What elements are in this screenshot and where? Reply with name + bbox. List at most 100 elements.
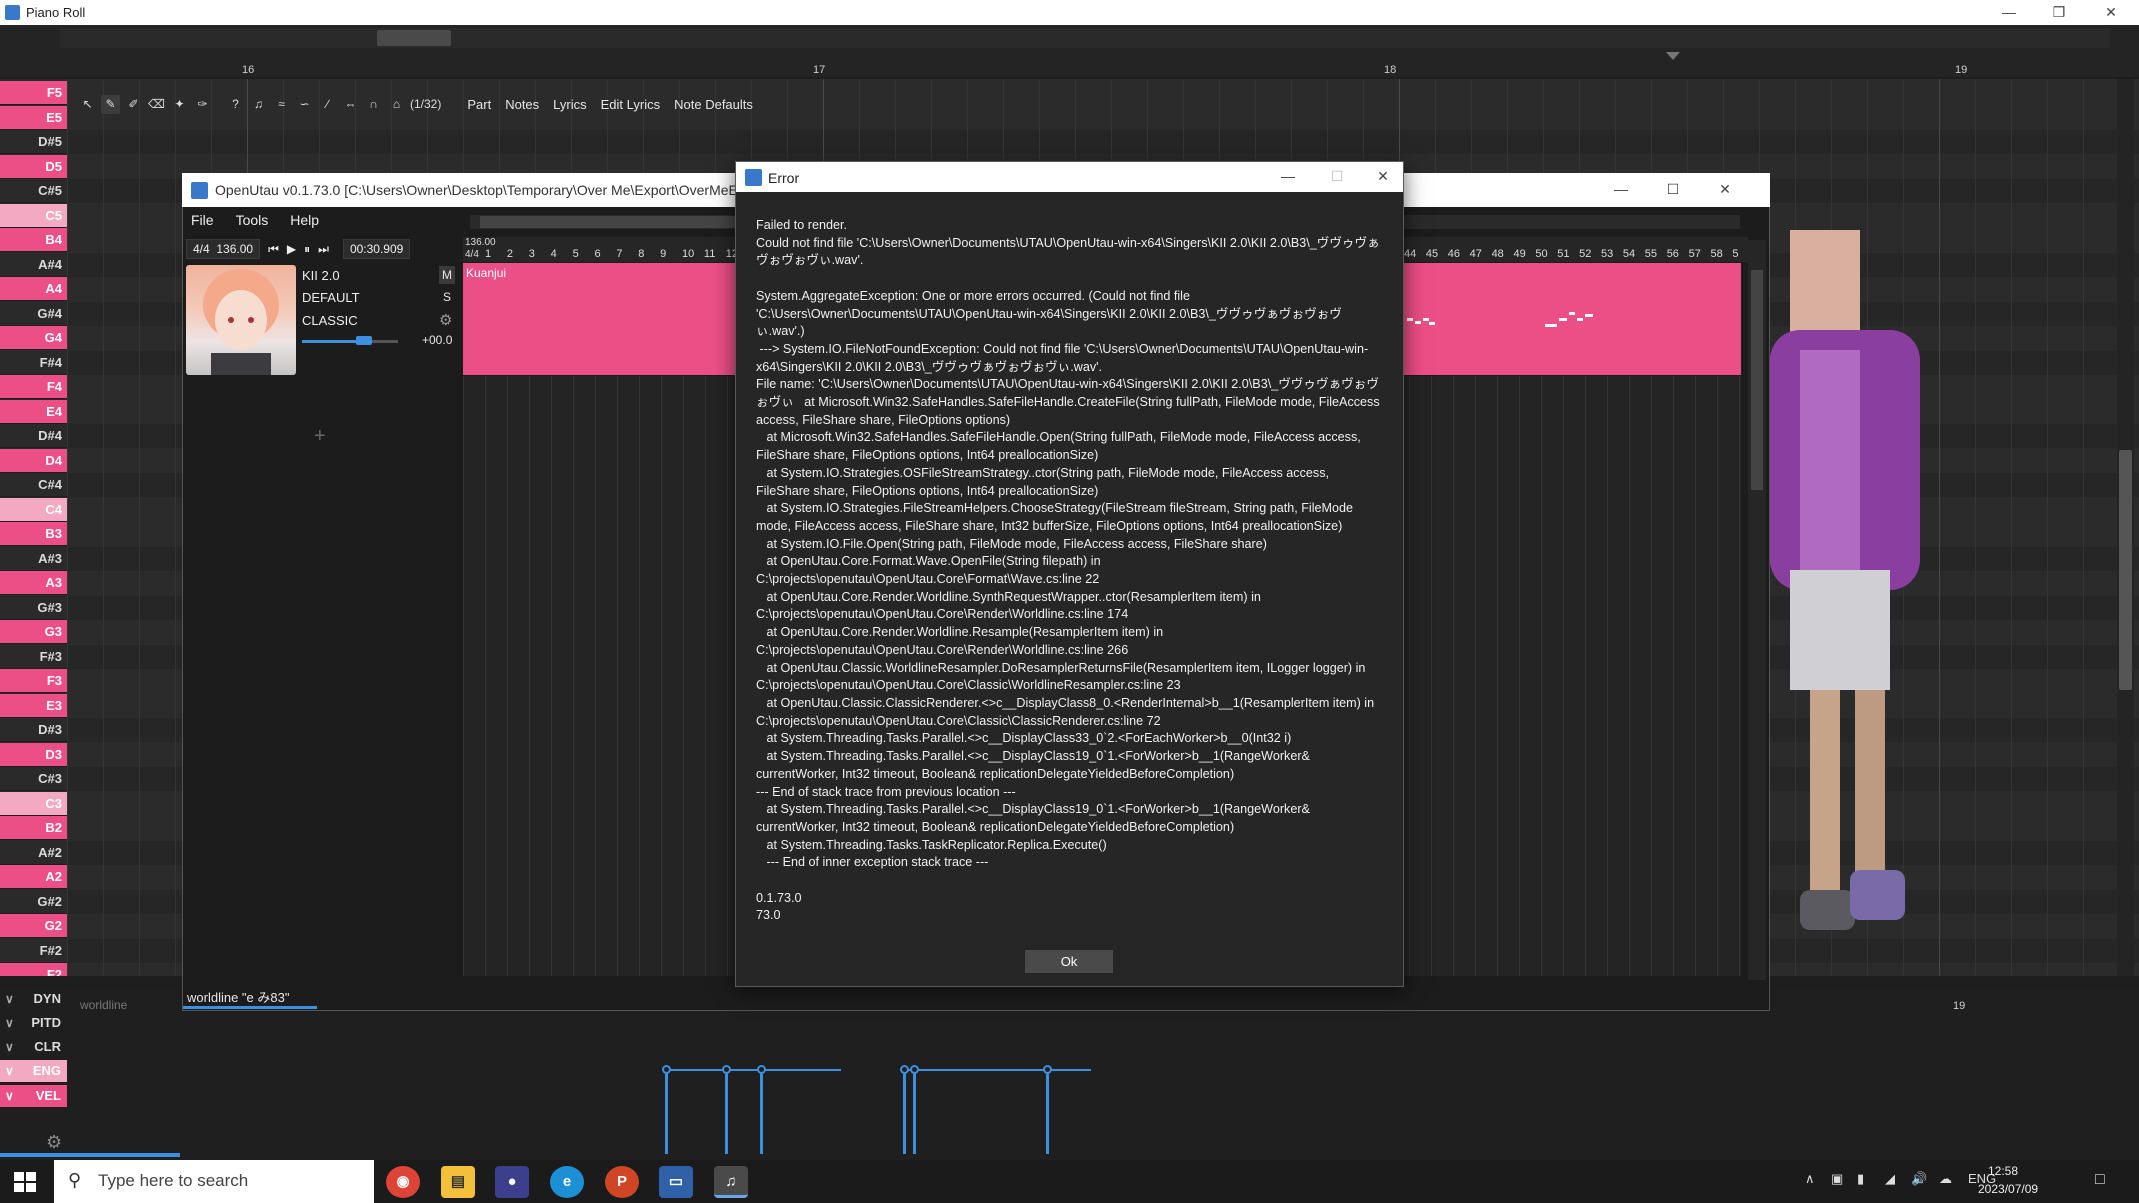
piano-key[interactable]: F5 bbox=[0, 81, 67, 105]
piano-key[interactable]: A#2 bbox=[0, 840, 67, 865]
piano-key[interactable]: A#3 bbox=[0, 546, 67, 571]
file-explorer-icon[interactable]: ▤ bbox=[441, 1166, 475, 1198]
menu-lyrics[interactable]: Lyrics bbox=[553, 97, 586, 112]
piano-key[interactable]: C#4 bbox=[0, 473, 67, 497]
expr-eng-button[interactable]: ∨ ENG bbox=[0, 1060, 67, 1082]
close-button[interactable]: ✕ bbox=[1360, 164, 1406, 189]
pen-plus-tool-icon[interactable]: ✐ bbox=[124, 95, 143, 114]
piano-key[interactable]: E3 bbox=[0, 693, 67, 718]
curve-tool-icon[interactable]: ∩ bbox=[364, 95, 383, 114]
eraser-tool-icon[interactable]: ⌫ bbox=[147, 95, 166, 114]
horizontal-scrollbar[interactable] bbox=[60, 28, 2110, 48]
expr-pitd-button[interactable]: ∨ PITD bbox=[0, 1012, 67, 1034]
track-vscroll[interactable] bbox=[1748, 240, 1766, 980]
track-renderer[interactable]: CLASSIC bbox=[302, 313, 358, 328]
velocity-stem[interactable] bbox=[725, 1069, 728, 1154]
snap-division[interactable]: (1/32) bbox=[410, 95, 441, 114]
piano-key[interactable]: F2 bbox=[0, 963, 67, 976]
menu-note-defaults[interactable]: Note Defaults bbox=[674, 97, 753, 112]
close-button[interactable]: ✕ bbox=[2088, 0, 2134, 25]
piano-key[interactable]: G#2 bbox=[0, 889, 67, 914]
piano-key[interactable]: A3 bbox=[0, 571, 67, 595]
piano-key[interactable]: D5 bbox=[0, 154, 67, 179]
velocity-point[interactable] bbox=[757, 1065, 766, 1074]
menu-notes[interactable]: Notes bbox=[505, 97, 539, 112]
velocity-stem[interactable] bbox=[1046, 1069, 1049, 1154]
piano-key[interactable]: D#3 bbox=[0, 718, 67, 742]
piano-key[interactable]: D#5 bbox=[0, 130, 67, 154]
help-icon[interactable]: ? bbox=[226, 95, 245, 114]
edge-icon[interactable]: e bbox=[550, 1166, 584, 1198]
piano-key[interactable]: D4 bbox=[0, 448, 67, 473]
powerpoint-icon[interactable]: P bbox=[605, 1166, 639, 1198]
skip-forward-icon[interactable]: ⏭ bbox=[318, 242, 329, 257]
select-tool-icon[interactable]: ↖ bbox=[78, 95, 97, 114]
horizontal-scroll-thumb[interactable] bbox=[377, 30, 451, 46]
singer-avatar[interactable] bbox=[186, 265, 296, 375]
playhead-marker-icon[interactable] bbox=[1666, 52, 1680, 60]
velocity-point[interactable] bbox=[910, 1065, 919, 1074]
piano-keys[interactable]: F5 E5 D#5 D5 C#5 C5 B4 A#4 A4 G#4 G4 F#4 F4 E4 D#4 D4 C#… bbox=[0, 79, 67, 976]
taskbar-search-box[interactable]: ⚲ Type here to search bbox=[54, 1160, 374, 1203]
expr-dyn-button[interactable]: ∨ DYN bbox=[0, 988, 67, 1010]
battery-icon[interactable]: ▮ bbox=[1857, 1171, 1864, 1187]
menu-file[interactable]: File bbox=[191, 212, 214, 228]
piano-key[interactable]: G3 bbox=[0, 620, 67, 644]
velocity-point[interactable] bbox=[900, 1065, 909, 1074]
windows-start-icon[interactable] bbox=[10, 1167, 40, 1197]
velocity-stem[interactable] bbox=[903, 1069, 906, 1154]
velocity-stem[interactable] bbox=[665, 1069, 668, 1154]
ok-button[interactable]: Ok bbox=[1025, 950, 1113, 973]
minimize-button[interactable]: — bbox=[1598, 177, 1644, 202]
piano-key[interactable]: B3 bbox=[0, 522, 67, 546]
network-icon[interactable]: ◢ bbox=[1885, 1171, 1895, 1187]
menu-edit-lyrics[interactable]: Edit Lyrics bbox=[601, 97, 660, 112]
restore-button[interactable]: ❐ bbox=[2036, 0, 2082, 25]
piano-key[interactable]: C#3 bbox=[0, 767, 67, 791]
velocity-stem[interactable] bbox=[760, 1069, 763, 1154]
note-icon[interactable]: ♫ bbox=[249, 95, 268, 114]
piano-key[interactable]: C3 bbox=[0, 791, 67, 816]
velocity-stem[interactable] bbox=[913, 1069, 916, 1154]
velocity-curve[interactable] bbox=[666, 1069, 841, 1071]
velocity-point[interactable] bbox=[722, 1065, 731, 1074]
minimize-button[interactable]: — bbox=[1265, 164, 1311, 189]
pen-tool-icon[interactable]: ✎ bbox=[101, 94, 120, 114]
piano-key[interactable]: C4 bbox=[0, 497, 67, 522]
piano-key[interactable]: D3 bbox=[0, 742, 67, 767]
play-icon[interactable]: ▶ bbox=[287, 242, 296, 256]
piano-key[interactable]: D#4 bbox=[0, 424, 67, 448]
meet-now-icon[interactable]: ▣ bbox=[1831, 1171, 1843, 1187]
piano-key[interactable]: F#4 bbox=[0, 350, 67, 375]
vibrato-icon[interactable]: ≈ bbox=[272, 95, 291, 114]
settings-gear-icon[interactable]: ⚙ bbox=[46, 1132, 62, 1153]
expr-clr-button[interactable]: ∨ CLR bbox=[0, 1036, 67, 1058]
app-icon[interactable]: ● bbox=[495, 1166, 529, 1198]
piano-key[interactable]: G4 bbox=[0, 326, 67, 350]
expr-scrollbar[interactable] bbox=[0, 1153, 180, 1157]
piano-key[interactable]: F3 bbox=[0, 669, 67, 693]
velocity-curve[interactable] bbox=[903, 1069, 1091, 1071]
track-settings-gear-icon[interactable]: ⚙ bbox=[439, 311, 452, 329]
maximize-button[interactable]: ☐ bbox=[1314, 164, 1360, 189]
add-track-icon[interactable]: + bbox=[314, 425, 326, 448]
track-singer-name[interactable]: KII 2.0 bbox=[302, 268, 340, 283]
line-tool-icon[interactable]: ∕ bbox=[318, 95, 337, 114]
piano-key[interactable]: C5 bbox=[0, 203, 67, 228]
piano-key[interactable]: G#4 bbox=[0, 301, 67, 326]
skip-back-icon[interactable]: ⏮ bbox=[268, 242, 279, 257]
onedrive-icon[interactable]: ☁ bbox=[1939, 1171, 1952, 1187]
piano-key[interactable]: G2 bbox=[0, 914, 67, 938]
snap-icon[interactable]: ⇔ bbox=[341, 95, 360, 114]
knife-tool-icon[interactable]: ✦ bbox=[170, 95, 189, 114]
close-button[interactable]: ✕ bbox=[1702, 177, 1748, 202]
menu-help[interactable]: Help bbox=[290, 212, 319, 228]
minimize-button[interactable]: — bbox=[1986, 0, 2032, 25]
chrome-icon[interactable]: ◉ bbox=[386, 1166, 420, 1198]
brush-tool-icon[interactable]: ✑ bbox=[193, 95, 212, 114]
solo-button[interactable]: S bbox=[443, 290, 451, 304]
volume-icon[interactable]: 🔊 bbox=[1911, 1171, 1927, 1187]
piano-key[interactable]: A4 bbox=[0, 277, 67, 301]
portamento-icon[interactable]: ⌂ bbox=[387, 95, 406, 114]
app-window-icon[interactable]: ▭ bbox=[659, 1166, 693, 1198]
